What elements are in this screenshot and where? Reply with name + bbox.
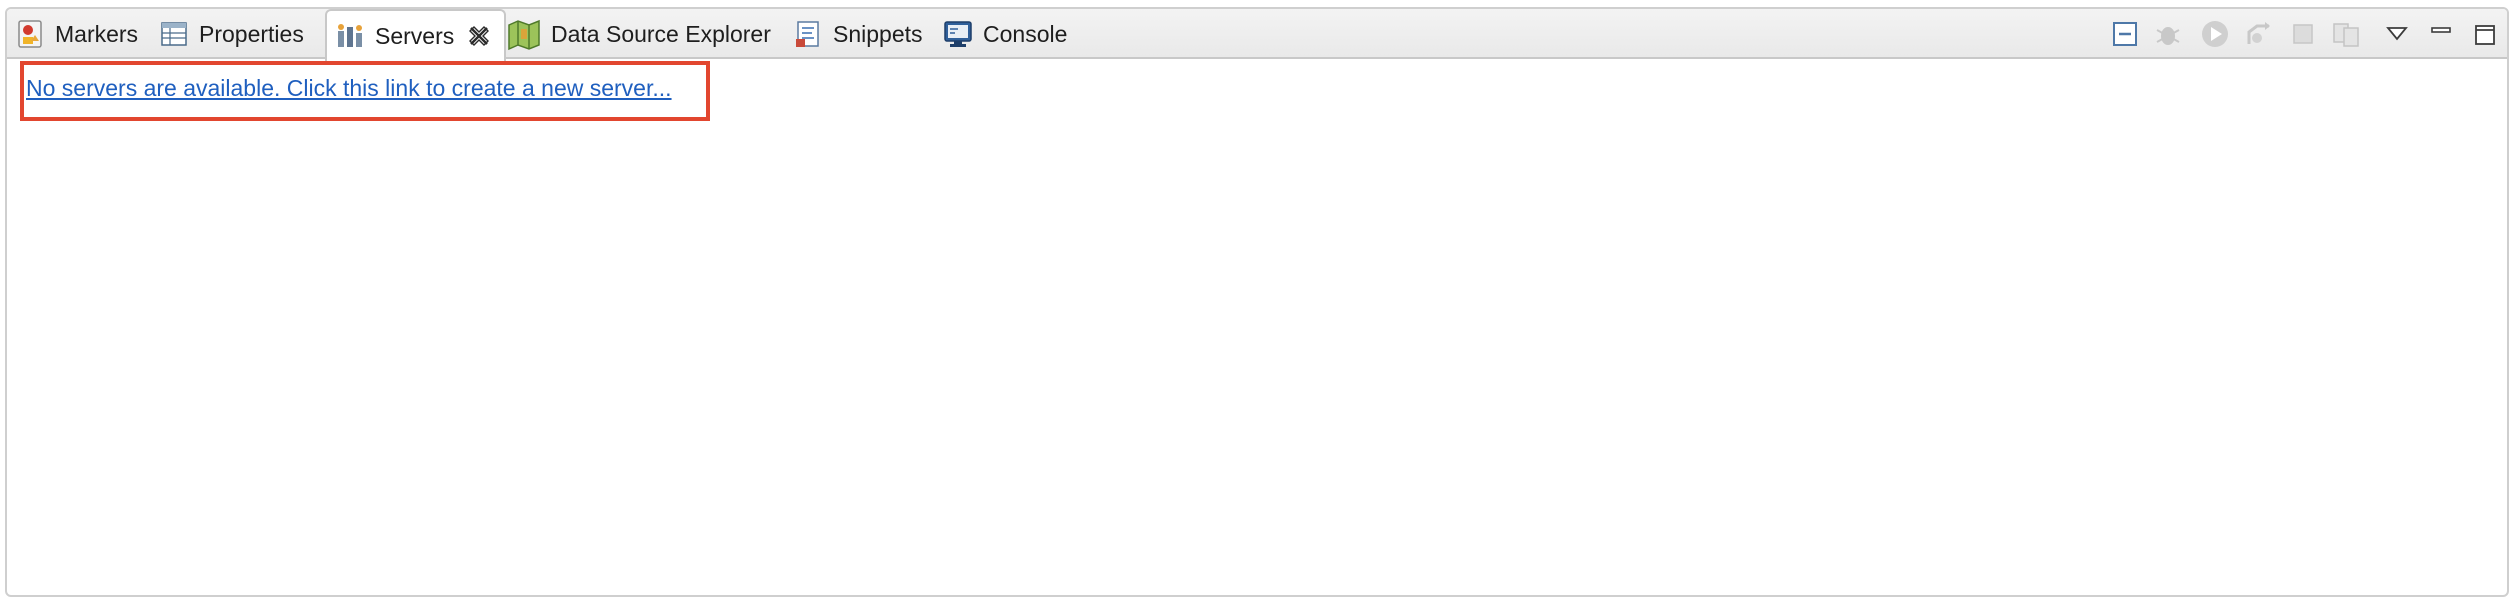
- view-tab-bar: Markers Properties Servers Data Source E…: [7, 9, 2507, 61]
- start-server-icon[interactable]: [2199, 18, 2231, 50]
- debug-server-icon[interactable]: [2152, 18, 2184, 50]
- stop-server-icon[interactable]: [2287, 18, 2319, 50]
- publish-icon[interactable]: [2330, 18, 2362, 50]
- maximize-icon[interactable]: [2469, 18, 2501, 50]
- view-toolbar: [7, 18, 2507, 50]
- restart-server-icon[interactable]: [2243, 18, 2275, 50]
- servers-content: No servers are available. Click this lin…: [7, 59, 2507, 595]
- minimize-icon[interactable]: [2425, 18, 2457, 50]
- create-server-link[interactable]: No servers are available. Click this lin…: [26, 75, 672, 102]
- collapse-all-icon[interactable]: [2109, 18, 2141, 50]
- servers-view: Markers Properties Servers Data Source E…: [5, 7, 2509, 597]
- view-menu-icon[interactable]: [2381, 18, 2413, 50]
